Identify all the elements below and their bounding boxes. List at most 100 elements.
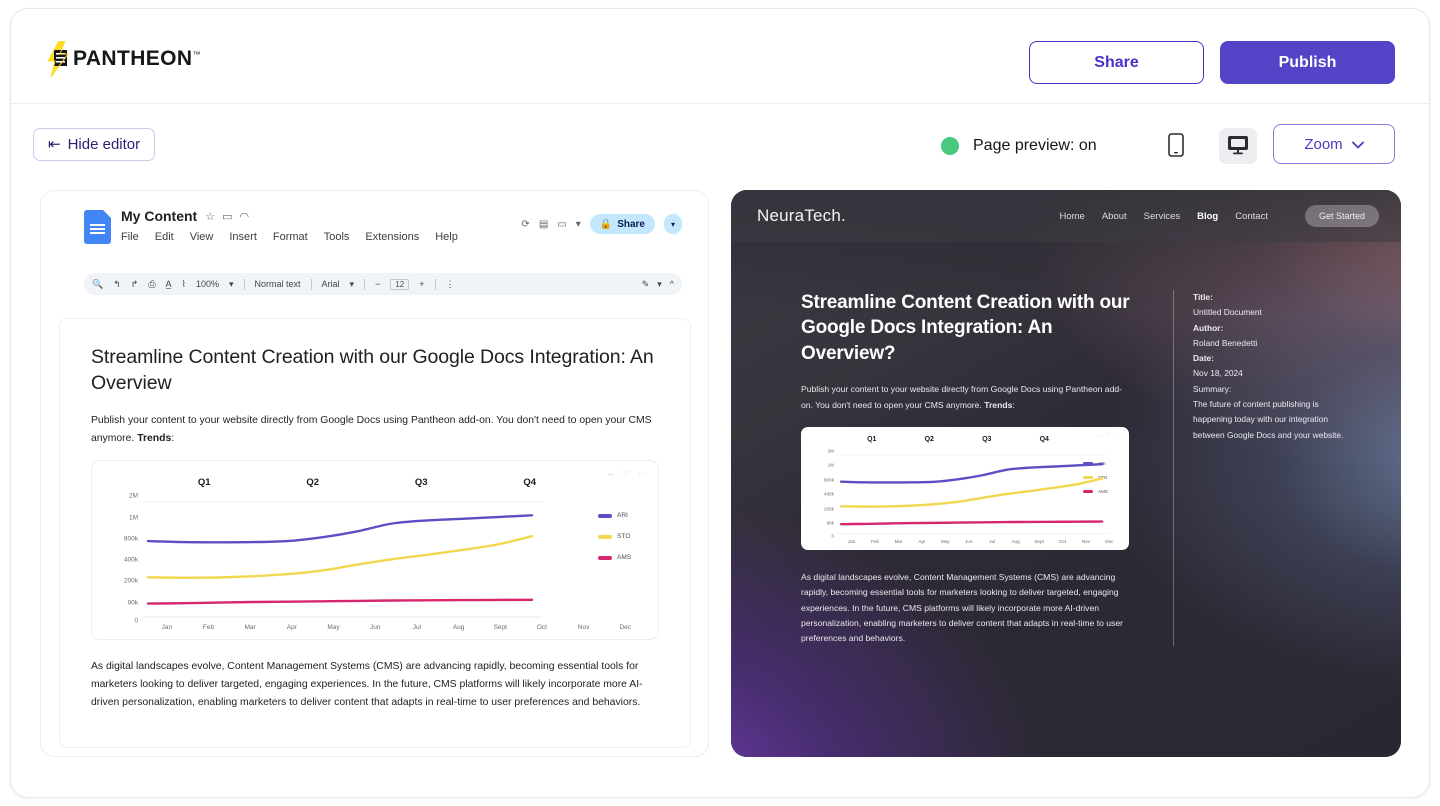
chart-y-tick-label: 400k bbox=[824, 491, 834, 497]
chart-y-tick-label: 800k bbox=[824, 477, 834, 483]
edit-mode-caret-icon[interactable]: ▾ bbox=[657, 279, 662, 290]
mobile-device-icon bbox=[1167, 132, 1184, 160]
chart-x-tick-label: Mar bbox=[244, 624, 256, 632]
search-icon[interactable]: 🔍 bbox=[92, 279, 103, 290]
paragraph-style-value[interactable]: Normal text bbox=[255, 279, 301, 289]
hide-editor-button[interactable]: ⇤ Hide editor bbox=[33, 128, 156, 161]
comment-icon[interactable]: ▤ bbox=[539, 219, 548, 230]
folder-icon[interactable]: ▭ bbox=[222, 210, 232, 223]
site-brand[interactable]: NeuraTech. bbox=[757, 206, 846, 226]
chart-y-tick-label: 0 bbox=[831, 533, 834, 539]
star-icon[interactable]: ☆ bbox=[205, 210, 215, 223]
heart-icon[interactable]: ♡ bbox=[1107, 432, 1111, 438]
print-icon[interactable]: ⎙ bbox=[148, 279, 155, 290]
nav-link-contact[interactable]: Contact bbox=[1235, 211, 1268, 222]
more-icon[interactable]: ··· bbox=[638, 469, 646, 478]
publish-button[interactable]: Publish bbox=[1220, 41, 1395, 84]
main-content: My Content ☆ ▭ ◠ File Edit View Insert F… bbox=[11, 187, 1429, 797]
menu-item-help[interactable]: Help bbox=[435, 231, 458, 243]
doc-share-button[interactable]: 🔒 Share bbox=[589, 214, 655, 234]
meta-title-value: Untitled Document bbox=[1193, 307, 1262, 318]
chevron-up-icon[interactable]: ^ bbox=[670, 279, 674, 289]
editor-toolbar: ⇤ Hide editor Page preview: on Zoom bbox=[11, 104, 1429, 187]
chart-plot-area: 2M 1M 800k 400k 200k 90k 0 bbox=[807, 448, 1109, 539]
meet-icon[interactable]: ▭ bbox=[557, 219, 566, 230]
font-size-value[interactable]: 12 bbox=[390, 278, 410, 290]
caret-down-icon[interactable]: ▾ bbox=[576, 219, 581, 230]
expand-icon[interactable]: ↔ bbox=[1097, 432, 1102, 438]
more-icon[interactable]: ··· bbox=[1116, 432, 1121, 438]
chart-x-tick-label: Sept bbox=[493, 624, 507, 632]
spellcheck-icon[interactable]: A̲ bbox=[166, 279, 172, 289]
chart-legend-item: AMS bbox=[598, 554, 646, 561]
chart-x-tick-label: May bbox=[941, 538, 950, 544]
chart-quarter-labels: Q1 Q2 Q3 Q4 bbox=[150, 477, 584, 488]
brand-text: PANTHEON bbox=[73, 47, 193, 70]
zoom-value[interactable]: 100% bbox=[196, 279, 219, 289]
font-size-increase[interactable]: + bbox=[419, 279, 424, 289]
font-size-decrease[interactable]: − bbox=[375, 279, 380, 289]
menu-item-insert[interactable]: Insert bbox=[229, 231, 257, 243]
mobile-view-button[interactable] bbox=[1157, 128, 1195, 164]
preview-intro-bold: Trends bbox=[984, 399, 1013, 410]
chart-legend: ARI STO AMS bbox=[588, 496, 646, 621]
nav-link-home[interactable]: Home bbox=[1060, 211, 1085, 222]
share-button[interactable]: Share bbox=[1029, 41, 1204, 84]
chart-x-tick-label: Oct bbox=[536, 624, 547, 632]
menu-item-file[interactable]: File bbox=[121, 231, 139, 243]
menu-item-tools[interactable]: Tools bbox=[324, 231, 350, 243]
undo-icon[interactable]: ↰ bbox=[113, 279, 121, 290]
site-nav-links: Home About Services Blog Contact Get Sta… bbox=[1060, 205, 1379, 227]
chart-x-tick-label: Feb bbox=[871, 538, 880, 544]
document-intro-text: Publish your content to your website dir… bbox=[91, 415, 652, 445]
document-heading: Streamline Content Creation with our Goo… bbox=[91, 346, 654, 394]
get-started-button[interactable]: Get Started bbox=[1304, 205, 1379, 227]
document-intro-bold: Trends bbox=[137, 433, 172, 445]
zoom-caret-icon[interactable]: ▾ bbox=[229, 279, 234, 290]
chart-series-line bbox=[148, 516, 532, 543]
meta-author-key: Author: bbox=[1193, 322, 1224, 333]
font-family-value[interactable]: Arial bbox=[322, 279, 340, 289]
document-intro-colon: : bbox=[171, 433, 175, 445]
nav-link-services[interactable]: Services bbox=[1144, 211, 1180, 222]
zoom-dropdown-button[interactable]: Zoom bbox=[1273, 124, 1395, 164]
chart-series-line bbox=[148, 600, 532, 604]
chart-plot-wrapper: 2M 1M 800k 400k 200k 90k 0 ARI STO AMS bbox=[102, 493, 646, 625]
kebab-menu-icon[interactable]: ⋮ bbox=[446, 279, 455, 290]
google-docs-mock-header: My Content ☆ ▭ ◠ File Edit View Insert F… bbox=[84, 208, 682, 244]
doc-title[interactable]: My Content bbox=[121, 208, 197, 224]
edit-mode-icon[interactable]: ✎ bbox=[642, 279, 650, 290]
chart-lines bbox=[837, 454, 1109, 534]
chart-legend-label: ARI bbox=[617, 512, 628, 520]
font-caret-icon[interactable]: ▾ bbox=[350, 279, 355, 290]
history-icon[interactable]: ⟳ bbox=[521, 219, 529, 230]
toolbar-divider bbox=[243, 278, 245, 290]
nav-link-about[interactable]: About bbox=[1102, 211, 1127, 222]
menu-item-view[interactable]: View bbox=[190, 231, 214, 243]
desktop-view-button[interactable] bbox=[1218, 128, 1257, 164]
nav-link-blog[interactable]: Blog bbox=[1197, 211, 1218, 222]
chart-series-line bbox=[841, 522, 1102, 525]
google-docs-icon bbox=[84, 210, 111, 244]
chart-x-tick-label: May bbox=[327, 624, 340, 632]
meta-title-key: Title: bbox=[1193, 292, 1213, 302]
chart-y-tick-label: 1M bbox=[827, 462, 834, 468]
document-intro: Publish your content to your website dir… bbox=[91, 412, 659, 448]
preview-intro-colon: : bbox=[1012, 399, 1015, 410]
menu-item-format[interactable]: Format bbox=[273, 231, 308, 243]
chart-quarter-label: Q3 bbox=[982, 435, 992, 443]
chart-x-tick-label: Jan bbox=[161, 624, 173, 632]
paint-format-icon[interactable]: ⌇ bbox=[182, 279, 186, 290]
meta-date-value: Nov 18, 2024 bbox=[1193, 368, 1243, 379]
redo-icon[interactable]: ↱ bbox=[131, 279, 139, 290]
chevron-down-icon bbox=[1351, 136, 1364, 153]
chart-x-tick-label: Dec bbox=[619, 624, 631, 632]
heart-icon[interactable]: ♡ bbox=[623, 469, 630, 478]
menu-item-extensions[interactable]: Extensions bbox=[365, 231, 419, 243]
chart-quarter-label: Q1 bbox=[197, 477, 211, 489]
doc-share-caret-button[interactable]: ▾ bbox=[664, 214, 682, 234]
page-preview-status: Page preview: on bbox=[973, 137, 1097, 154]
expand-icon[interactable]: ↔ bbox=[607, 469, 615, 478]
menu-item-edit[interactable]: Edit bbox=[155, 231, 174, 243]
status-dot bbox=[941, 137, 959, 155]
